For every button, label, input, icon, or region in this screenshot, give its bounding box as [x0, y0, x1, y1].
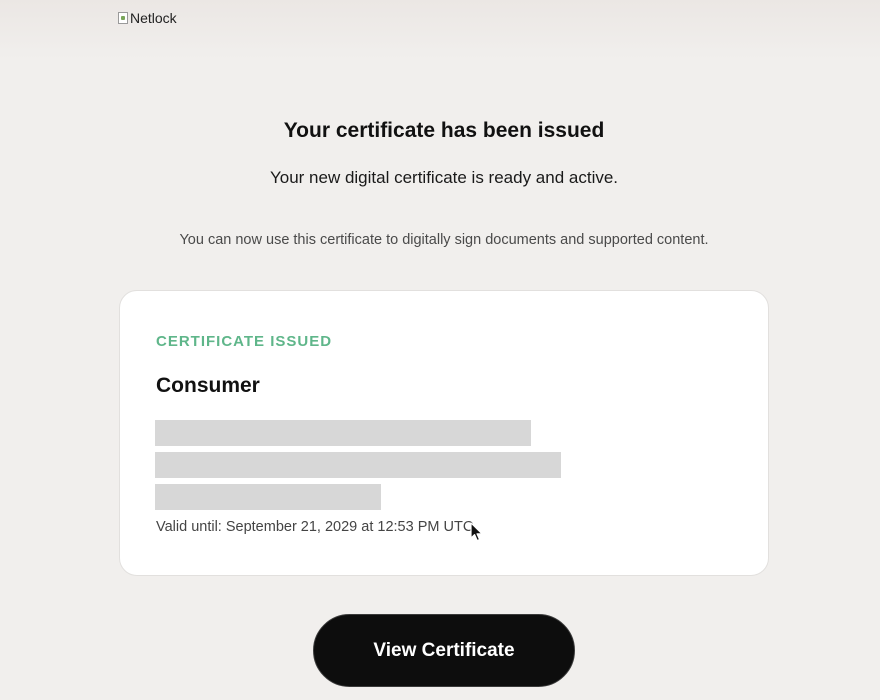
page-title: Your certificate has been issued	[283, 119, 605, 142]
status-label: CERTIFICATE ISSUED	[156, 333, 333, 350]
redacted-field	[155, 420, 531, 446]
redacted-field	[155, 452, 561, 478]
certificate-card: CERTIFICATE ISSUED Consumer Valid until:…	[119, 290, 769, 576]
netlock-logo: Netlock	[118, 10, 177, 26]
redacted-field	[155, 484, 381, 510]
mouse-cursor-icon	[470, 522, 483, 542]
valid-until: Valid until: September 21, 2029 at 12:53…	[156, 519, 474, 535]
view-certificate-button[interactable]: View Certificate	[313, 614, 575, 687]
info-text: You can now use this certificate to digi…	[179, 232, 709, 248]
page-subtitle: Your new digital certificate is ready an…	[269, 168, 619, 187]
broken-image-icon	[118, 12, 128, 24]
certificate-type: Consumer	[156, 374, 260, 397]
logo-alt-text: Netlock	[130, 10, 177, 26]
header-band	[0, 0, 880, 60]
